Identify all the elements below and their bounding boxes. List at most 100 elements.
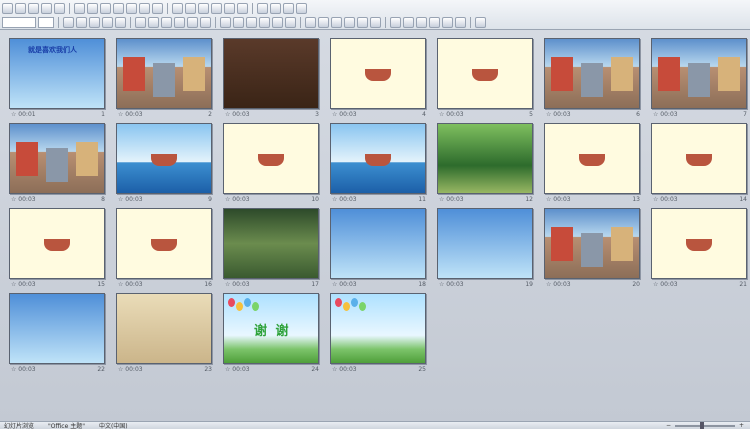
toolbar-button[interactable] <box>100 2 111 14</box>
zoom-in-icon[interactable]: + <box>739 422 744 429</box>
format-button[interactable] <box>161 16 172 28</box>
format-button[interactable] <box>200 16 211 28</box>
toolbar-button[interactable] <box>113 2 124 14</box>
format-button[interactable] <box>390 16 401 28</box>
format-button[interactable] <box>455 16 466 28</box>
toolbar-button[interactable] <box>211 2 222 14</box>
slide-thumbnail[interactable] <box>544 208 640 279</box>
zoom-slider-thumb[interactable] <box>700 421 705 429</box>
toolbar-button[interactable] <box>172 2 183 14</box>
toolbar-button[interactable] <box>198 2 209 14</box>
slide-thumbnail[interactable] <box>330 123 426 194</box>
format-button[interactable] <box>318 16 329 28</box>
format-button[interactable] <box>429 16 440 28</box>
toolbar-button[interactable] <box>237 2 248 14</box>
slide-meta: 00:03 13 <box>544 196 640 204</box>
toolbar-button[interactable] <box>87 2 98 14</box>
toolbar-button[interactable] <box>283 2 294 14</box>
slide-timing: 00:03 <box>546 281 570 288</box>
toolbar-button[interactable] <box>28 2 39 14</box>
format-button[interactable] <box>76 16 87 28</box>
house-figure <box>183 57 205 91</box>
format-button[interactable] <box>475 16 486 28</box>
zoom-slider[interactable] <box>674 421 735 429</box>
format-button[interactable] <box>102 16 113 28</box>
slide-thumbnail[interactable] <box>437 123 533 194</box>
toolbar-button[interactable] <box>15 2 26 14</box>
slide-thumbnail[interactable] <box>330 208 426 279</box>
slide-timing: 00:03 <box>118 366 142 373</box>
format-button[interactable] <box>416 16 427 28</box>
format-button[interactable] <box>344 16 355 28</box>
format-button[interactable] <box>272 16 283 28</box>
format-button[interactable] <box>285 16 296 28</box>
slide-number: 5 <box>529 111 533 118</box>
toolbar-button[interactable] <box>74 2 85 14</box>
slide-thumbnail[interactable] <box>223 123 319 194</box>
format-button[interactable] <box>246 16 257 28</box>
slide-meta: 00:01 1 <box>9 111 105 119</box>
format-button[interactable] <box>174 16 185 28</box>
slide-meta: 00:03 7 <box>651 111 747 119</box>
slide-number: 10 <box>311 196 319 203</box>
slide-number: 4 <box>422 111 426 118</box>
slide-thumbnail[interactable] <box>116 123 212 194</box>
slide-thumbnail[interactable] <box>651 38 747 109</box>
format-button[interactable] <box>135 16 146 28</box>
slide-thumbnail[interactable] <box>544 38 640 109</box>
format-button[interactable] <box>148 16 159 28</box>
zoom-out-icon[interactable]: − <box>666 422 671 429</box>
format-button[interactable] <box>357 16 368 28</box>
font-name-combo[interactable] <box>2 16 36 28</box>
slide-thumbnail[interactable] <box>223 38 319 109</box>
toolbar-button[interactable] <box>126 2 137 14</box>
format-button[interactable] <box>305 16 316 28</box>
house-figure <box>718 57 740 91</box>
illustration-figure <box>151 239 177 251</box>
zoom-control[interactable]: − + <box>666 421 744 429</box>
slide-thumbnail[interactable] <box>330 293 426 364</box>
slide-thumbnail[interactable] <box>223 208 319 279</box>
toolbar-button[interactable] <box>54 2 65 14</box>
slide-thumbnail[interactable] <box>544 123 640 194</box>
toolbar-button[interactable] <box>152 2 163 14</box>
toolbar-button[interactable] <box>270 2 281 14</box>
toolbar-button[interactable] <box>41 2 52 14</box>
slide-thumbnail[interactable] <box>437 208 533 279</box>
toolbar-button[interactable] <box>185 2 196 14</box>
slide-number: 14 <box>739 196 747 203</box>
slide-thumbnail[interactable]: 就是喜欢我们人 <box>9 38 105 109</box>
balloon-icon <box>252 302 259 311</box>
format-button[interactable] <box>89 16 100 28</box>
format-button[interactable] <box>187 16 198 28</box>
format-button[interactable] <box>403 16 414 28</box>
slide-timing: 00:03 <box>332 281 356 288</box>
slide-thumbnail[interactable] <box>651 123 747 194</box>
slide-thumbnail[interactable] <box>437 38 533 109</box>
format-button[interactable] <box>63 16 74 28</box>
toolbar-button[interactable] <box>2 2 13 14</box>
slide-thumbnail[interactable] <box>330 38 426 109</box>
font-size-combo[interactable] <box>38 16 54 28</box>
toolbar-button[interactable] <box>139 2 150 14</box>
format-button[interactable] <box>233 16 244 28</box>
slide-thumbnail[interactable] <box>651 208 747 279</box>
format-button[interactable] <box>442 16 453 28</box>
toolbar-button[interactable] <box>296 2 307 14</box>
slide-thumbnail[interactable] <box>9 123 105 194</box>
toolbar-button[interactable] <box>224 2 235 14</box>
format-button[interactable] <box>331 16 342 28</box>
format-button[interactable] <box>370 16 381 28</box>
slide-thumbnail[interactable] <box>116 38 212 109</box>
slide-thumbnail[interactable] <box>116 208 212 279</box>
format-button[interactable] <box>220 16 231 28</box>
format-button[interactable] <box>259 16 270 28</box>
toolbar-button[interactable] <box>257 2 268 14</box>
slide-thumbnail[interactable] <box>116 293 212 364</box>
format-button[interactable] <box>115 16 126 28</box>
slide-thumbnail[interactable] <box>9 208 105 279</box>
slide-thumbnail[interactable] <box>9 293 105 364</box>
formatting-toolbar <box>2 15 486 29</box>
slide-number: 18 <box>418 281 426 288</box>
slide-thumbnail[interactable]: 谢 谢 <box>223 293 319 364</box>
